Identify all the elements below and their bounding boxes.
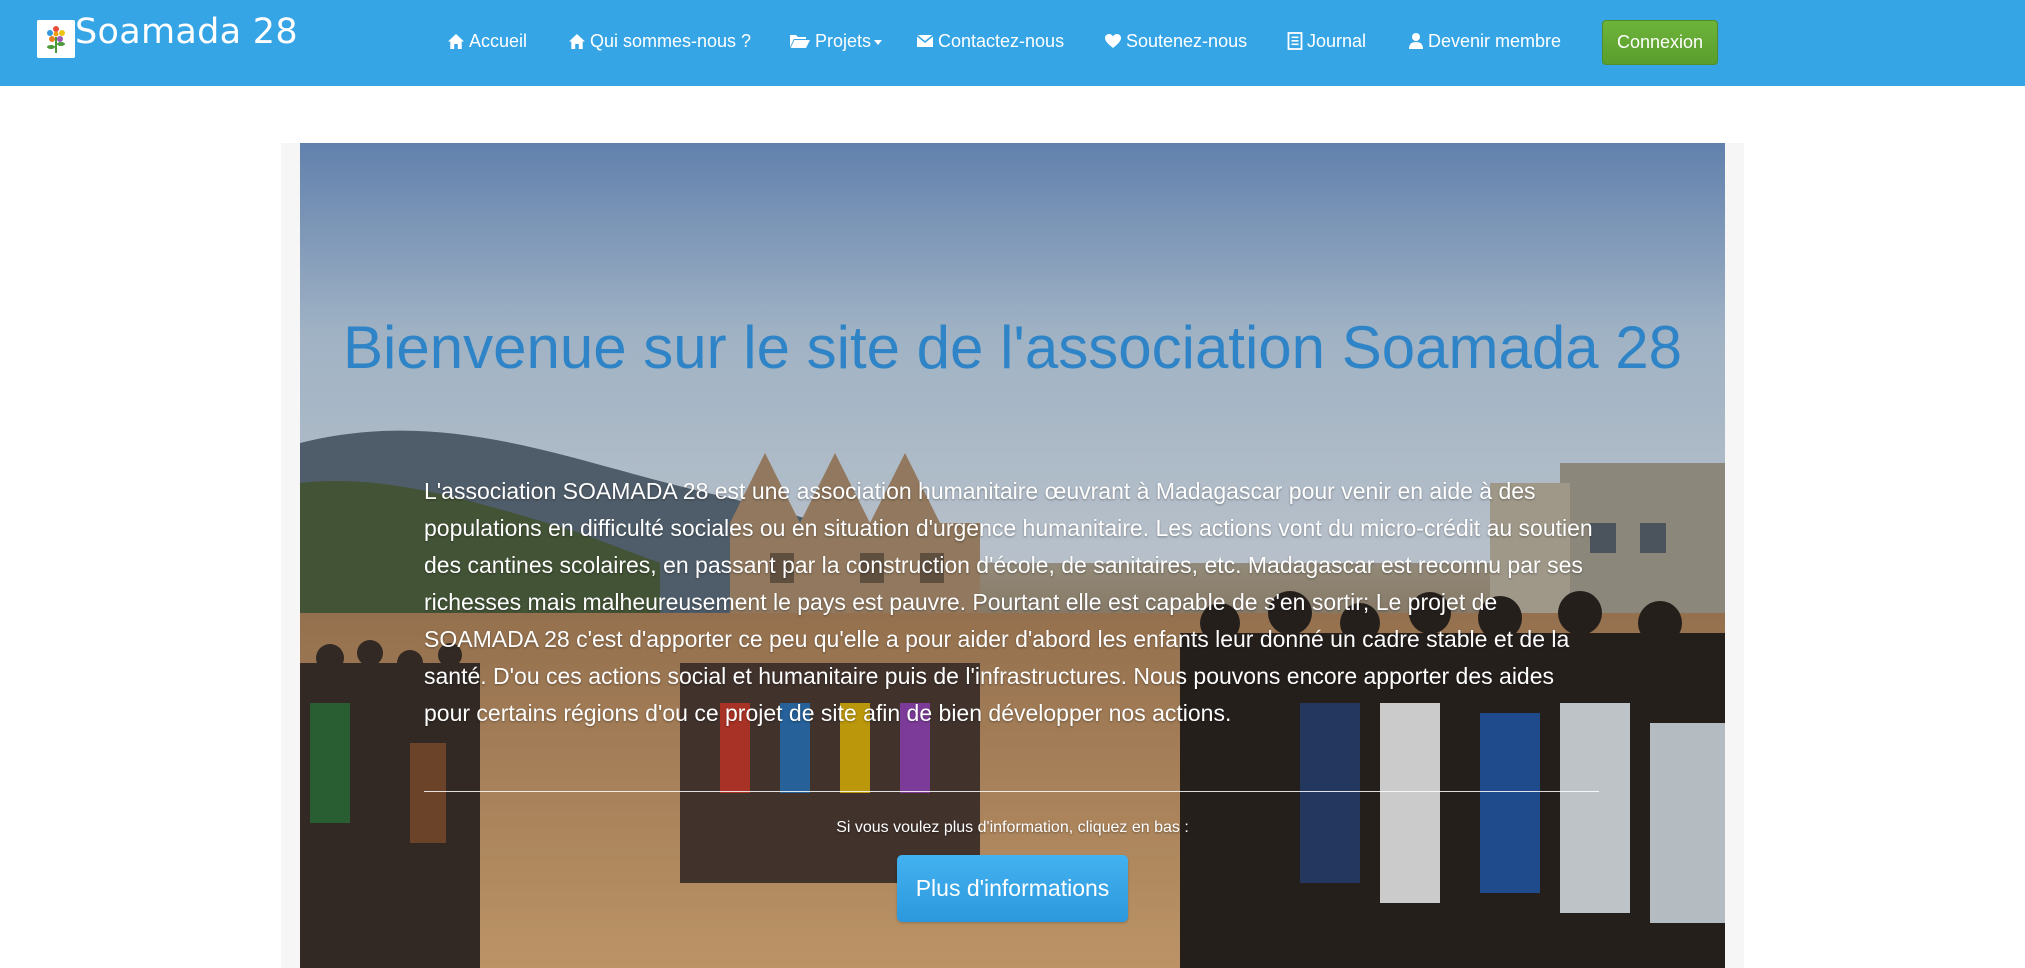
nav-accueil-label: Accueil [469,30,528,51]
nav-projets-dropdown[interactable]: Projets [789,28,883,54]
nav-qui-sommes-nous-label: Qui sommes-nous ? [590,30,752,51]
more-info-button[interactable]: Plus d'informations [897,855,1128,922]
heart-icon [1104,33,1126,49]
nav-accueil[interactable]: Accueil [447,28,527,54]
nav-contactez-nous-label: Contactez-nous [938,30,1065,51]
chevron-down-icon [874,39,883,45]
book-icon [1287,32,1307,50]
login-button[interactable]: Connexion [1602,20,1718,65]
nav-qui-sommes-nous[interactable]: Qui sommes-nous ? [568,28,751,54]
brand-name[interactable]: Soamada 28 [75,10,298,54]
nav-soutenez-nous[interactable]: Soutenez-nous [1104,28,1247,54]
nav-devenir-membre[interactable]: Devenir membre [1408,28,1561,54]
top-navbar: Soamada 28 Accueil Qui sommes-nous ? Pro… [0,0,2025,86]
nav-journal[interactable]: Journal [1287,28,1366,54]
nav-soutenez-nous-label: Soutenez-nous [1126,30,1248,51]
nav-contactez-nous[interactable]: Contactez-nous [916,28,1064,54]
hero-title: Bienvenue sur le site de l'association S… [343,314,1682,381]
user-icon [1408,32,1428,50]
hero-banner: Bienvenue sur le site de l'association S… [300,143,1725,968]
hero-divider [424,791,1599,792]
nav-projets-label: Projets [815,30,872,51]
home-icon [447,33,469,50]
folder-open-icon [789,33,815,49]
envelope-icon [916,34,938,48]
home-icon [568,33,590,50]
hero-cta-note: Si vous voulez plus d'information, cliqu… [836,819,1189,836]
nav-devenir-membre-label: Devenir membre [1428,30,1562,51]
hero-description: L'association SOAMADA 28 est une associa… [424,478,1593,726]
flower-logo-icon[interactable] [37,20,75,58]
nav-journal-label: Journal [1307,30,1367,51]
